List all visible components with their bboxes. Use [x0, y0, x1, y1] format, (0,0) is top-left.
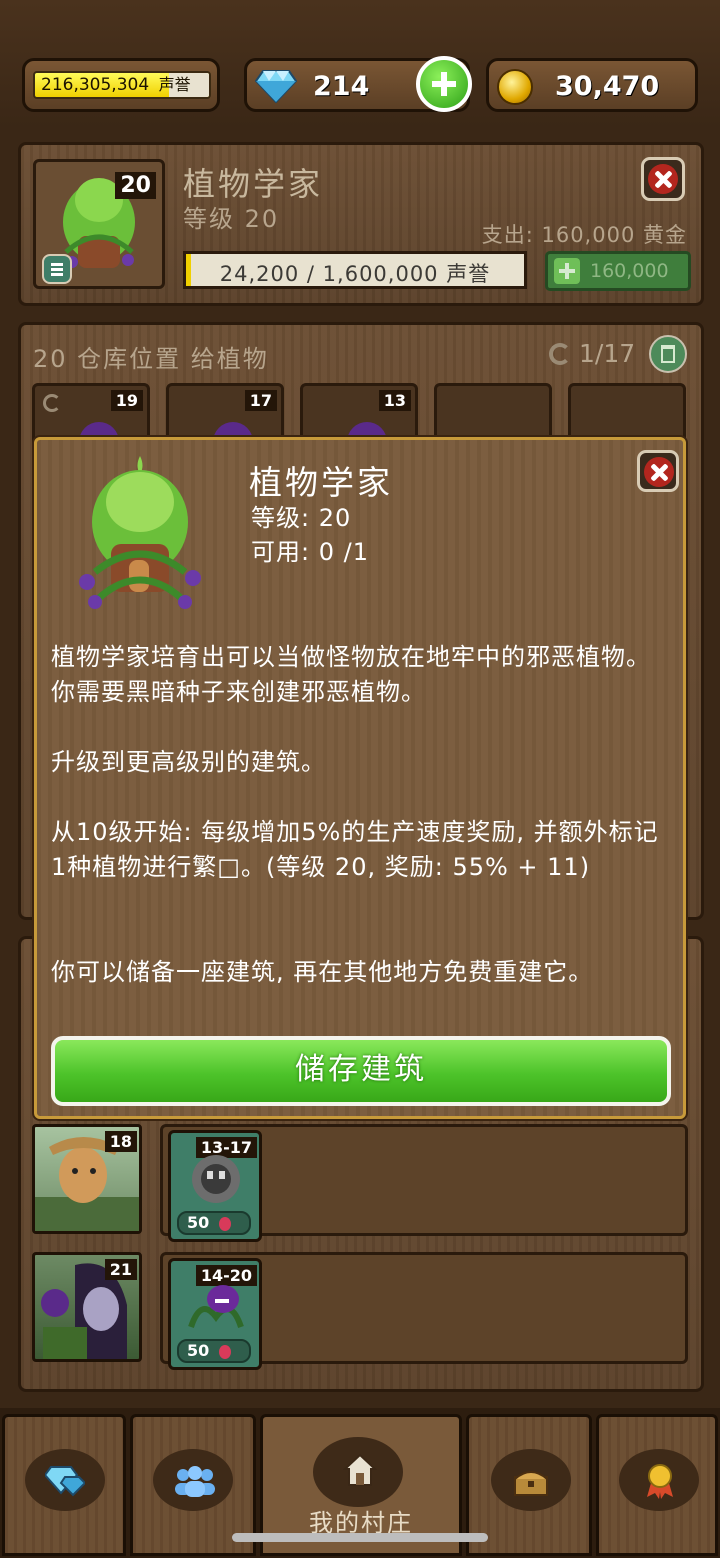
storage-count: 1/17 [579, 339, 636, 368]
storage-slot[interactable]: 13 [300, 383, 418, 444]
close-icon [648, 164, 678, 194]
gold-value: 30,470 [555, 71, 660, 102]
storage-slot-empty[interactable] [434, 383, 552, 443]
modal-close-button[interactable] [637, 450, 679, 492]
trash-button[interactable] [649, 335, 687, 373]
upgrade-paragraph: 升级到更高级别的建筑。 [51, 748, 326, 776]
evil-plant-icon [188, 1285, 244, 1329]
trash-icon [661, 345, 675, 363]
refresh-icon [549, 343, 571, 365]
plant-seed-cost: 50 [177, 1211, 251, 1235]
building-info-modal: 植物学家 等级: 20 可用: 0 /1 植物学家培育出可以当做怪物放在地牢中的… [34, 437, 686, 1119]
upgrade-price: 160,000 [590, 260, 669, 282]
nav-gems[interactable] [2, 1414, 126, 1556]
slot-level-badge: 17 [244, 390, 277, 411]
stone-plant-icon [192, 1155, 240, 1203]
worker-level-badge: 18 [104, 1131, 137, 1152]
fame-bar: 216,305,304 声誉 [33, 71, 211, 99]
building-level: 等级 20 [183, 205, 280, 233]
fame-progress-text: 24,200 / 1,600,000 声誉 [219, 262, 491, 286]
plus-icon [554, 258, 580, 284]
seed-price: 50 [187, 1341, 210, 1360]
store-building-button[interactable]: 储存建筑 [51, 1036, 671, 1106]
gardener-portrait[interactable]: 18 [32, 1124, 142, 1234]
upgrade-expense: 支出: 160,000 黄金 [481, 223, 687, 247]
home-nav-icon [343, 1453, 377, 1486]
plant-card[interactable]: 14-20 50 [168, 1258, 262, 1370]
diamond-icon [255, 70, 297, 103]
fame-unit: 声誉 [158, 75, 191, 94]
witch-portrait[interactable]: 21 [32, 1252, 142, 1362]
modal-available: 可用: 0 /1 [251, 538, 369, 566]
bonus-paragraph: 从10级开始: 每级增加5%的生产速度奖励, 并额外标记1种植物进行繁□。(等级… [51, 818, 659, 881]
close-icon [644, 457, 674, 487]
plant-card[interactable]: 13-17 50 [168, 1130, 262, 1242]
chest-nav-icon [514, 1471, 548, 1496]
fame-value: 216,305,304 [41, 75, 150, 95]
gold-coin-icon [497, 69, 533, 105]
modal-level: 等级: 20 [251, 504, 352, 532]
upgrade-button[interactable]: 160,000 [545, 251, 691, 291]
botanist-building-icon [79, 456, 201, 609]
level-badge: 20 [115, 172, 156, 199]
building-header-panel: 20 植物学家 等级 20 支出: 160,000 黄金 24,200 / 1,… [18, 142, 704, 306]
seed-price: 50 [187, 1213, 210, 1232]
fame-progress-bar: 24,200 / 1,600,000 声誉 [183, 251, 527, 289]
seed-icon [218, 1216, 231, 1231]
seed-icon [218, 1344, 231, 1359]
slot-level-badge: 13 [378, 390, 411, 411]
slot-level-badge: 19 [110, 390, 143, 411]
worker-level-badge: 21 [104, 1259, 137, 1280]
gems-nav-icon [45, 1466, 85, 1497]
home-indicator [232, 1533, 488, 1542]
menu-list-icon[interactable] [42, 254, 72, 284]
storage-slot-empty[interactable] [568, 383, 686, 443]
gold-counter: 30,470 [486, 58, 698, 112]
modal-title: 植物学家 [249, 463, 393, 502]
buy-gems-plus-button[interactable] [416, 56, 472, 112]
nav-achievements[interactable] [596, 1414, 718, 1556]
storage-slot[interactable]: 17 [166, 383, 284, 444]
store-paragraph: 你可以储备一座建筑, 再在其他地方免费重建它。 [51, 958, 594, 986]
refresh-icon [43, 394, 61, 412]
fame-counter: 216,305,304 声誉 [22, 58, 220, 112]
medal-nav-icon [647, 1464, 673, 1499]
description-paragraph: 植物学家培育出可以当做怪物放在地牢中的邪恶植物。你需要黑暗种子来创建邪恶植物。 [51, 643, 651, 706]
building-thumbnail[interactable]: 20 [33, 159, 165, 289]
top-bar: 216,305,304 声誉 214 30,470 [0, 0, 720, 128]
storage-slot[interactable]: 19 [32, 383, 150, 444]
gems-value: 214 [313, 71, 370, 102]
people-nav-icon [175, 1466, 215, 1497]
storage-title: 20 仓库位置 给植物 [33, 345, 269, 373]
close-button[interactable] [641, 157, 685, 201]
plant-seed-cost: 50 [177, 1339, 251, 1363]
